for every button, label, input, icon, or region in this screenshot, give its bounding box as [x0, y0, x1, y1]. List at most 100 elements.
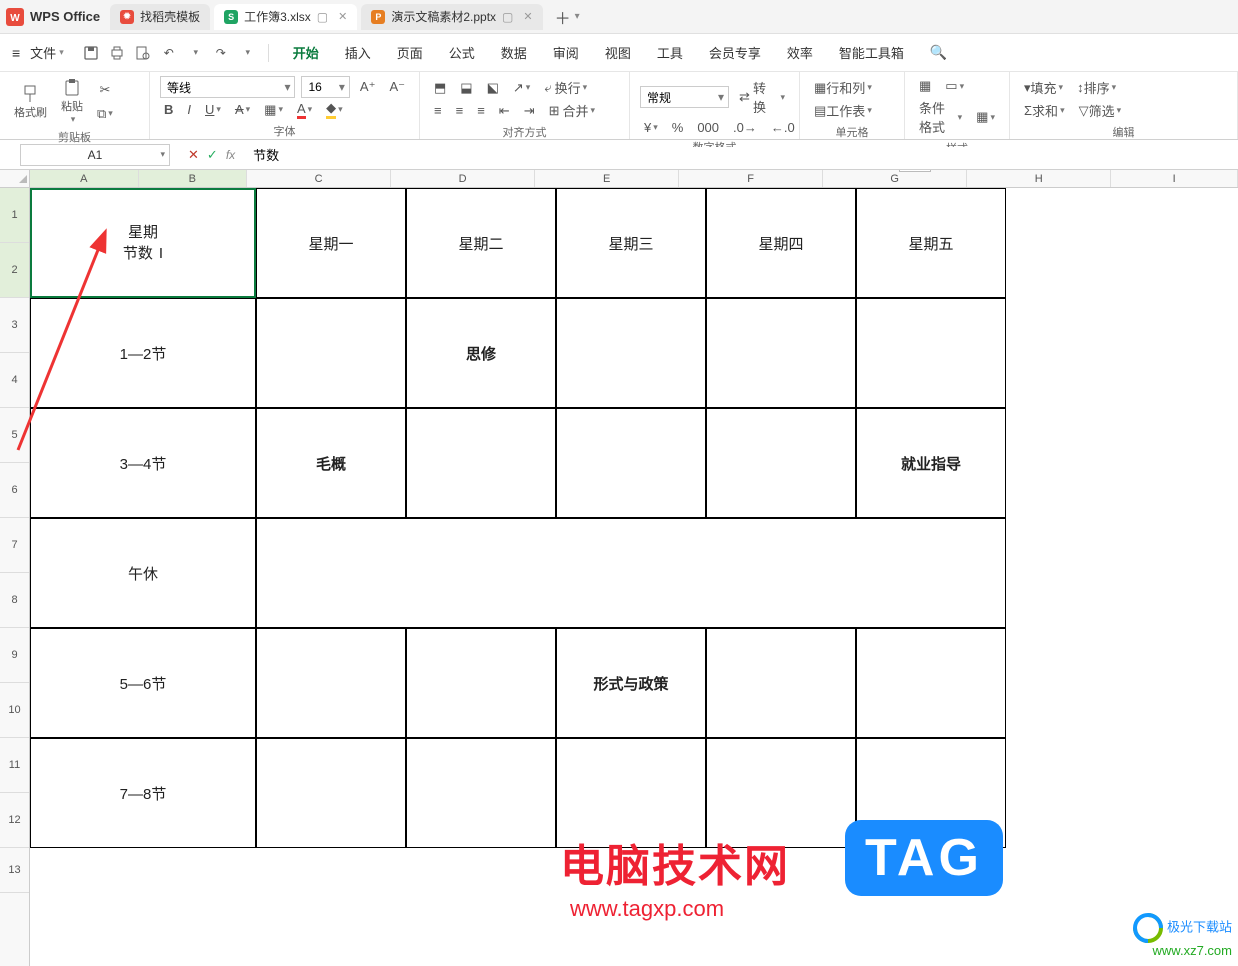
currency-icon[interactable]: ¥ [640, 118, 662, 137]
col-header-C[interactable]: C [247, 170, 391, 187]
cell[interactable] [406, 628, 556, 738]
cell[interactable]: 星期五 [856, 188, 1006, 298]
cell[interactable] [706, 408, 856, 518]
redo-icon[interactable]: ↷ [210, 42, 232, 64]
cell[interactable] [256, 298, 406, 408]
cell[interactable]: 星期三 [556, 188, 706, 298]
percent-icon[interactable]: % [668, 118, 688, 137]
cell[interactable]: 思修 [406, 298, 556, 408]
cell[interactable]: 5—6节 [30, 628, 256, 738]
cell[interactable] [406, 408, 556, 518]
menu-tab-review[interactable]: 审阅 [549, 43, 583, 62]
col-header-H[interactable]: H [967, 170, 1111, 187]
row-header-9[interactable]: 9 [0, 628, 29, 683]
table-style-icon[interactable]: ▦ [972, 107, 999, 127]
fill-color-icon[interactable]: ◆ [322, 98, 347, 121]
accept-icon[interactable]: ✓ [207, 147, 218, 163]
cell[interactable] [706, 628, 856, 738]
align-left-icon[interactable]: ≡ [430, 101, 446, 120]
conditional-format-button[interactable]: 条件格式 [915, 96, 966, 138]
sum-button[interactable]: Σ 求和 [1020, 99, 1069, 122]
underline-icon[interactable]: U [201, 100, 225, 119]
window-icon[interactable]: ▢ [502, 10, 513, 24]
column-filter-dropdown[interactable]: ▾ [899, 170, 931, 172]
italic-icon[interactable]: I [183, 100, 195, 119]
col-header-E[interactable]: E [535, 170, 679, 187]
borders-icon[interactable]: ▦ [260, 100, 287, 120]
cell[interactable] [856, 298, 1006, 408]
search-icon[interactable]: 🔍 [930, 44, 947, 61]
cell[interactable]: 就业指导 [856, 408, 1006, 518]
row-header-2[interactable]: 2 [0, 243, 29, 298]
menu-tab-toolbox[interactable]: 智能工具箱 [835, 43, 908, 62]
align-bottom-icon[interactable]: ⬕ [483, 78, 503, 98]
decrease-decimal-icon[interactable]: ←.0 [767, 118, 799, 137]
menu-tab-efficiency[interactable]: 效率 [783, 43, 817, 62]
cell[interactable]: 星期四 [706, 188, 856, 298]
format-table-icon[interactable]: ▦ [915, 76, 935, 96]
row-header-7[interactable]: 7 [0, 518, 29, 573]
row-header-6[interactable]: 6 [0, 463, 29, 518]
menu-tab-data[interactable]: 数据 [497, 43, 531, 62]
menu-tab-member[interactable]: 会员专享 [705, 43, 765, 62]
copy-icon[interactable]: ⧉ [93, 104, 117, 124]
cell[interactable] [706, 298, 856, 408]
convert-button[interactable]: ⇄转换 [735, 76, 789, 118]
row-header-4[interactable]: 4 [0, 353, 29, 408]
menu-tab-view[interactable]: 视图 [601, 43, 635, 62]
save-icon[interactable] [80, 42, 102, 64]
decrease-font-icon[interactable]: A⁻ [385, 77, 409, 97]
align-middle-icon[interactable]: ⬓ [456, 78, 476, 98]
cell[interactable]: 形式与政策 [556, 628, 706, 738]
cell[interactable]: 1—2节 [30, 298, 256, 408]
row-header-12[interactable]: 12 [0, 793, 29, 848]
titlebar-tab-workbook[interactable]: S 工作簿3.xlsx ▢ ✕ [214, 4, 357, 30]
col-header-D[interactable]: D [391, 170, 535, 187]
menu-tab-home[interactable]: 开始 [289, 43, 323, 62]
cut-icon[interactable]: ✂ [93, 80, 117, 100]
titlebar-tab-templates[interactable]: ✹ 找稻壳模板 [110, 4, 210, 30]
row-header-13[interactable]: 13 [0, 848, 29, 893]
print-icon[interactable] [106, 42, 128, 64]
row-header-5[interactable]: 5 [0, 408, 29, 463]
titlebar-tab-presentation[interactable]: P 演示文稿素材2.pptx ▢ ✕ [361, 4, 542, 30]
cell[interactable] [556, 298, 706, 408]
cell-style-icon[interactable]: ▭ [941, 76, 968, 96]
menu-tab-insert[interactable]: 插入 [341, 43, 375, 62]
merge-button[interactable]: ⊞合并 [545, 99, 599, 122]
cell[interactable] [256, 628, 406, 738]
font-size-select[interactable]: ▾ [301, 76, 349, 98]
comma-icon[interactable]: 000 [693, 118, 723, 137]
cell[interactable]: 3—4节 [30, 408, 256, 518]
col-header-I[interactable]: I [1111, 170, 1238, 187]
increase-decimal-icon[interactable]: .0→ [729, 118, 761, 137]
new-tab-dropdown[interactable]: ▾ [575, 11, 580, 22]
print-preview-icon[interactable] [132, 42, 154, 64]
rowcol-button[interactable]: ▦ 行和列 [810, 76, 876, 99]
select-all-corner[interactable] [0, 170, 30, 188]
format-painter-button[interactable]: 格式刷 [10, 82, 51, 122]
cell[interactable]: 星期一 [256, 188, 406, 298]
fx-icon[interactable]: fx [226, 148, 235, 162]
row-header-1[interactable]: 1 [0, 188, 29, 243]
cancel-icon[interactable]: ✕ [188, 147, 199, 163]
file-menu[interactable]: 文件▾ [30, 43, 64, 62]
col-header-B[interactable]: B [139, 170, 248, 187]
paste-button[interactable]: 粘贴 [57, 76, 87, 127]
menu-tab-formula[interactable]: 公式 [445, 43, 479, 62]
window-icon[interactable]: ▢ [317, 10, 328, 24]
cell[interactable]: 星期节数I [30, 188, 256, 298]
col-header-A[interactable]: A [30, 170, 139, 187]
indent-increase-icon[interactable]: ⇥ [520, 101, 539, 121]
formula-input[interactable] [245, 147, 1238, 162]
sort-button[interactable]: ↕ 排序 [1073, 76, 1120, 99]
align-center-icon[interactable]: ≡ [452, 101, 468, 120]
close-icon[interactable]: ✕ [523, 10, 532, 23]
new-tab-button[interactable]: ＋ [555, 5, 571, 29]
row-header-10[interactable]: 10 [0, 683, 29, 738]
undo-icon[interactable]: ↶ [158, 42, 180, 64]
redo-dropdown[interactable] [236, 42, 258, 64]
row-header-3[interactable]: 3 [0, 298, 29, 353]
wrap-text-button[interactable]: ⤶换行 [540, 76, 591, 99]
cell[interactable] [256, 738, 406, 848]
